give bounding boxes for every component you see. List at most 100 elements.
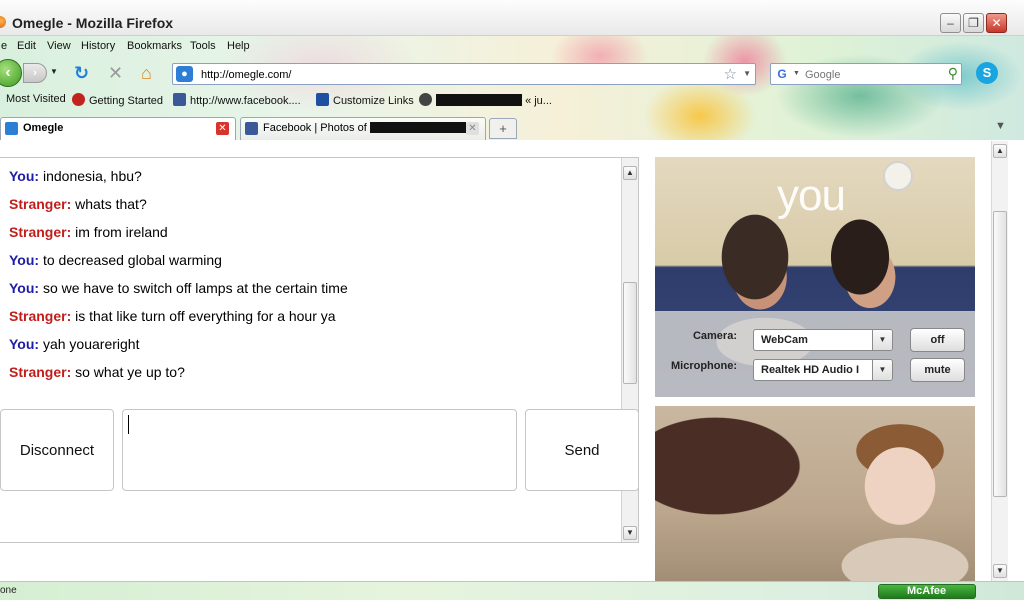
url-input[interactable] [201, 67, 721, 82]
wall-clock [883, 161, 913, 191]
menu-bookmarks[interactable]: Bookmarks [127, 40, 182, 52]
omegle-page: You: indonesia, hbu? Stranger: whats tha… [0, 141, 990, 581]
search-bar[interactable]: G ▼ ⚲ [770, 63, 962, 85]
disconnect-button[interactable]: Disconnect [0, 409, 114, 491]
address-bar[interactable]: ● ☆ ▼ [172, 63, 756, 85]
chat-input[interactable] [122, 409, 517, 491]
skype-icon[interactable]: S [976, 62, 998, 84]
message-sender: Stranger: [9, 308, 72, 324]
message-sender: Stranger: [9, 224, 72, 240]
chat-message: You: yah youareright [9, 330, 609, 358]
back-button[interactable]: ‹ [0, 59, 22, 87]
url-dropdown-icon[interactable]: ▼ [743, 69, 751, 78]
close-window-button[interactable]: ✕ [986, 13, 1007, 33]
google-engine-icon[interactable]: G [774, 67, 790, 81]
bookmark-facebook-label: http://www.facebook.... [190, 95, 301, 107]
search-icon[interactable]: ⚲ [948, 65, 958, 82]
microphone-select-value: Realtek HD Audio I [761, 364, 859, 376]
microphone-select[interactable]: Realtek HD Audio I ▼ [753, 359, 893, 381]
stranger-video [655, 406, 975, 581]
new-tab-button[interactable]: + [489, 118, 517, 139]
mcafee-status-button[interactable]: McAfee [878, 584, 976, 599]
tab-omegle[interactable]: Omegle ✕ [0, 117, 236, 140]
scroll-down-icon[interactable]: ▼ [623, 526, 637, 540]
bookmark-facebook[interactable]: http://www.facebook.... [173, 93, 301, 107]
bookmark-customize-links-label: Customize Links [333, 95, 414, 107]
you-label: you [777, 171, 846, 220]
bookmark-star-icon[interactable]: ☆ [724, 65, 737, 83]
reload-icon[interactable]: ↻ [74, 64, 89, 82]
tab-facebook[interactable]: Facebook | Photos of ✕ [240, 117, 486, 140]
menu-file[interactable]: e [1, 40, 7, 52]
facebook-icon [173, 93, 186, 106]
scroll-down-icon[interactable]: ▼ [993, 564, 1007, 578]
message-sender: Stranger: [9, 364, 72, 380]
message-text: so we have to switch off lamps at the ce… [42, 280, 348, 296]
bookmark-getting-started[interactable]: Getting Started [72, 93, 163, 107]
tab-strip: Omegle ✕ Facebook | Photos of ✕ + ▼ [0, 117, 1024, 140]
message-list: You: indonesia, hbu? Stranger: whats tha… [9, 162, 609, 386]
message-sender: You: [9, 336, 40, 352]
chevron-down-icon[interactable]: ▼ [872, 330, 892, 350]
scroll-up-icon[interactable]: ▲ [623, 166, 637, 180]
history-dropdown-icon[interactable]: ▼ [50, 67, 58, 76]
message-text: to decreased global warming [42, 252, 222, 268]
navigation-toolbar: ‹ › ▼ ↻ ✕ ⌂ ● ☆ ▼ G ▼ ⚲ S [0, 58, 1024, 88]
chat-message: You: to decreased global warming [9, 246, 609, 274]
minimize-button[interactable]: – [940, 13, 961, 33]
redacted-bar [436, 94, 522, 106]
your-video: you Camera: WebCam ▼ off Microphone: Rea… [655, 157, 975, 397]
chat-message: Stranger: is that like turn off everythi… [9, 302, 609, 330]
chat-message: Stranger: im from ireland [9, 218, 609, 246]
page-scroll-thumb[interactable] [993, 211, 1007, 497]
forward-button[interactable]: › [23, 63, 47, 83]
facebook-icon [245, 122, 258, 135]
bookmark-most-visited[interactable]: Most Visited [6, 93, 66, 105]
message-sender: You: [9, 168, 40, 184]
chevron-down-icon[interactable]: ▼ [872, 360, 892, 380]
home-icon[interactable]: ⌂ [141, 64, 152, 82]
menu-edit[interactable]: Edit [17, 40, 36, 52]
tab-omegle-title: Omegle [23, 122, 64, 134]
chat-scroll-thumb[interactable] [623, 282, 637, 384]
close-tab-icon[interactable]: ✕ [216, 122, 229, 135]
mcafee-label: McAfee [907, 585, 947, 597]
close-tab-icon[interactable]: ✕ [466, 122, 479, 135]
menu-tools[interactable]: Tools [190, 40, 216, 52]
bookmark-wordpress-label: « ju... [525, 95, 552, 107]
bookmark-wordpress[interactable]: « ju... [419, 93, 552, 107]
omegle-favicon-icon [5, 122, 18, 135]
camera-select-value: WebCam [761, 334, 808, 346]
microphone-mute-button[interactable]: mute [910, 358, 965, 382]
engine-dropdown-icon[interactable]: ▼ [793, 70, 800, 77]
message-text: is that like turn off everything for a h… [75, 308, 336, 324]
window-title: Omegle - Mozilla Firefox [12, 15, 174, 31]
message-text: so what ye up to? [75, 364, 185, 380]
scroll-up-icon[interactable]: ▲ [993, 144, 1007, 158]
message-text: whats that? [75, 196, 147, 212]
page-scrollbar[interactable]: ▲ ▼ [991, 141, 1008, 581]
restore-button[interactable]: ❐ [963, 13, 984, 33]
camera-off-button[interactable]: off [910, 328, 965, 352]
browser-chrome: e Edit View History Bookmarks Tools Help… [0, 36, 1024, 140]
wordpress-icon [419, 93, 432, 106]
video-settings-panel: Camera: WebCam ▼ off Microphone: Realtek… [655, 311, 975, 397]
tab-list-dropdown-icon[interactable]: ▼ [995, 120, 1006, 132]
send-button[interactable]: Send [525, 409, 639, 491]
chat-message: Stranger: so what ye up to? [9, 358, 609, 386]
redacted-bar [369, 122, 466, 133]
firefox-icon [0, 16, 6, 28]
status-text: one [0, 585, 17, 596]
camera-select[interactable]: WebCam ▼ [753, 329, 893, 351]
search-input[interactable] [805, 67, 941, 82]
menu-help[interactable]: Help [227, 40, 250, 52]
bookmark-customize-links[interactable]: Customize Links [316, 93, 414, 107]
microphone-label: Microphone: [671, 360, 737, 372]
message-text: yah youareright [42, 336, 140, 352]
stop-icon[interactable]: ✕ [108, 64, 123, 82]
message-sender: You: [9, 252, 40, 268]
message-sender: You: [9, 280, 40, 296]
customize-links-icon [316, 93, 329, 106]
menu-history[interactable]: History [81, 40, 115, 52]
menu-view[interactable]: View [47, 40, 71, 52]
